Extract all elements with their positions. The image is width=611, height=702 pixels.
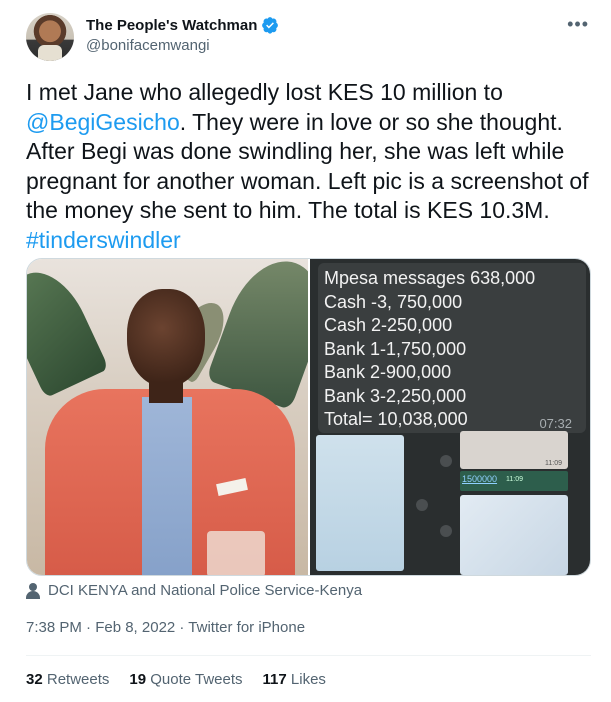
avatar[interactable] — [26, 13, 74, 61]
amount-bubble: 1500000 11:09 — [460, 471, 568, 491]
retweets-label: Retweets — [46, 671, 110, 688]
hashtag-link[interactable]: #tinderswindler — [26, 227, 181, 253]
media-tag-row[interactable]: DCI KENYA and National Police Service-Ke… — [26, 582, 362, 599]
forward-icon — [440, 525, 452, 537]
mention-link[interactable]: @BegiGesicho — [26, 109, 180, 135]
quotes-count: 19 — [129, 671, 147, 688]
person-icon — [26, 582, 40, 599]
tweet-text: I met Jane who allegedly lost KES 10 mil… — [26, 78, 591, 255]
tweet-timestamp[interactable]: 7:38 PM · Feb 8, 2022 · Twitter for iPho… — [26, 619, 305, 636]
amount-time: 11:09 — [506, 476, 523, 483]
verified-badge-icon — [262, 17, 279, 34]
author-name-row: The People's Watchman — [86, 16, 279, 34]
likes-count: 117 — [262, 671, 287, 688]
media-tag-text: DCI KENYA and National Police Service-Ke… — [48, 582, 363, 599]
tweet-text-before: I met Jane who allegedly lost KES 10 mil… — [26, 79, 503, 105]
document-image — [316, 435, 404, 571]
quotes-label: Quote Tweets — [150, 671, 243, 688]
quote-tweets-stat[interactable]: 19 Quote Tweets — [129, 671, 242, 688]
tweet-card: The People's Watchman @bonifacemwangi ••… — [0, 0, 611, 702]
media-photo-man[interactable] — [27, 259, 308, 575]
divider — [26, 655, 591, 656]
note-time: 07:32 — [539, 416, 572, 431]
note-line: Cash -3, 750,000 — [324, 291, 463, 312]
retweets-count: 32 — [26, 671, 43, 688]
media-photo-screenshot[interactable]: Mpesa messages 638,000 Cash -3, 750,000 … — [310, 259, 590, 575]
media-grid: Mpesa messages 638,000 Cash -3, 750,000 … — [26, 258, 591, 576]
note-line: Cash 2-250,000 — [324, 315, 453, 335]
likes-label: Likes — [290, 671, 326, 688]
more-options-icon[interactable]: ••• — [567, 14, 589, 35]
receipt-image — [460, 495, 568, 575]
engagement-stats: 32 Retweets 19 Quote Tweets 117 Likes — [26, 671, 326, 688]
note-line: Mpesa messages 638,000 — [324, 268, 536, 288]
retweets-stat[interactable]: 32 Retweets — [26, 671, 109, 688]
mpesa-note: Mpesa messages 638,000 Cash -3, 750,000 … — [318, 263, 586, 433]
amount-text: 1500000 — [462, 474, 498, 484]
note-line: Bank 3-2,250,000 — [324, 385, 467, 406]
note-line: Bank 1-1,750,000 — [324, 338, 467, 359]
author-display-name[interactable]: The People's Watchman — [86, 17, 257, 34]
author-handle[interactable]: @bonifacemwangi — [86, 37, 210, 54]
chat-bubble: 11:09 — [460, 431, 568, 469]
forward-icon — [440, 455, 452, 467]
note-line: Bank 2-900,000 — [324, 362, 452, 382]
likes-stat[interactable]: 117 Likes — [263, 671, 326, 688]
bubble-time: 11:09 — [545, 460, 562, 467]
forward-icon — [416, 499, 428, 511]
